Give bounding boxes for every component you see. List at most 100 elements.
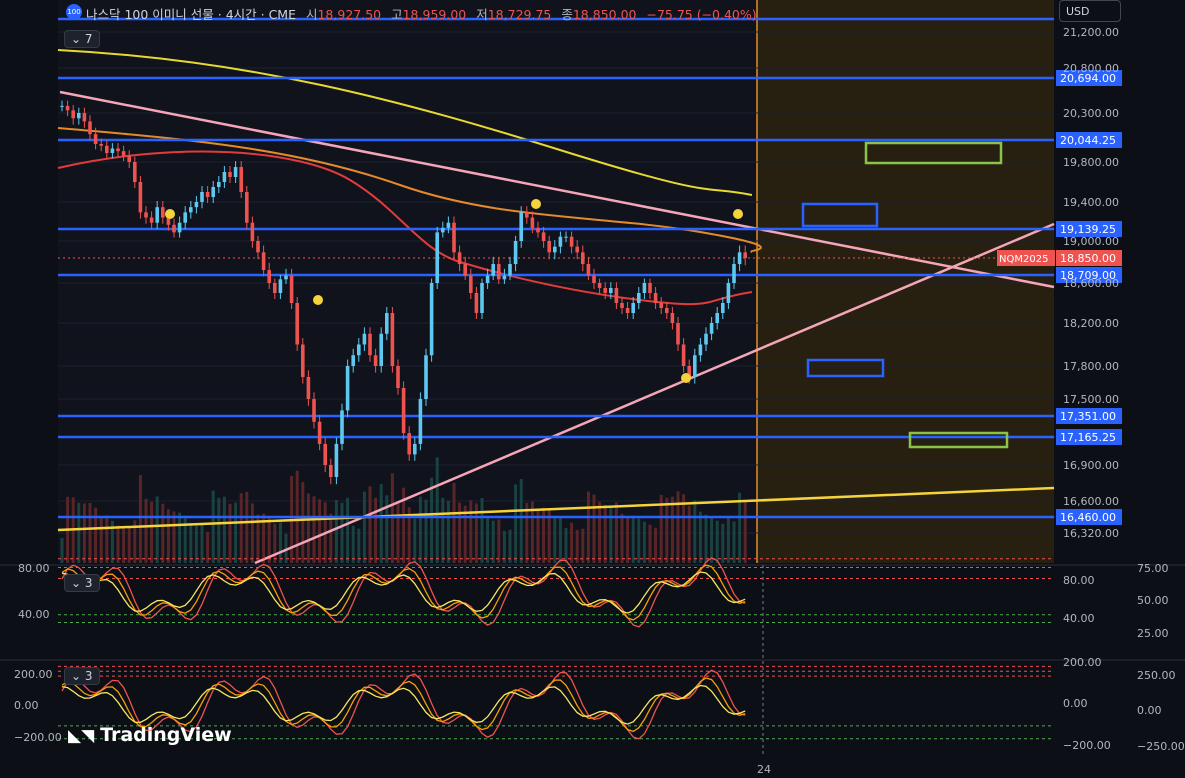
volume-bar: [222, 496, 226, 563]
candle-body: [429, 283, 434, 356]
osc1-right-tick: 80.00: [1063, 574, 1095, 587]
volume-bar: [189, 522, 193, 563]
candle-body: [194, 202, 199, 208]
volume-bar: [704, 514, 708, 563]
candle-body: [295, 303, 299, 345]
volume-bar: [614, 502, 618, 563]
candle-body: [121, 151, 126, 156]
candle-body: [222, 172, 227, 182]
volume-bar: [245, 492, 249, 563]
volume-bar: [575, 529, 579, 563]
indicators-toggle[interactable]: ⌄ 7: [64, 30, 100, 48]
candle-body: [323, 443, 327, 465]
candle-body: [452, 222, 456, 253]
candle-body: [513, 241, 518, 265]
price-tick: 18,600.00: [1063, 277, 1119, 290]
volume-bar: [379, 484, 383, 563]
volume-bar: [743, 499, 747, 563]
oscillator1-toggle[interactable]: ⌄ 3: [64, 574, 100, 592]
candle-body: [715, 313, 719, 323]
price-chart[interactable]: 20,694.0020,044.2519,139.2518,709.0017,3…: [0, 0, 1185, 778]
candle-body: [631, 303, 635, 313]
candle-body: [390, 313, 395, 366]
candle-body: [592, 275, 596, 283]
volume-bar: [698, 511, 702, 563]
volume-bar: [217, 497, 221, 563]
volume-bar: [435, 457, 439, 563]
candle-body: [245, 192, 249, 223]
osc2-right-tick: 200.00: [1063, 656, 1102, 669]
volume-bar: [581, 528, 585, 563]
osc1-far-tick: 25.00: [1137, 627, 1169, 640]
price-tick: 18,200.00: [1063, 317, 1119, 330]
candle-body: [345, 366, 350, 411]
osc2-right-tick: 0.00: [1063, 697, 1088, 710]
candle-body: [233, 167, 238, 177]
candle-body: [620, 303, 624, 308]
volume-bar: [250, 503, 254, 563]
candle-body: [446, 222, 451, 228]
candle-body: [77, 113, 81, 119]
volume-bar: [105, 515, 109, 563]
candle-body: [569, 236, 574, 247]
current-price-label: 18,850.00: [1060, 252, 1116, 265]
volume-bar: [631, 515, 635, 563]
volume-bar: [82, 503, 86, 563]
price-tick: 20,800.00: [1063, 62, 1119, 75]
volume-bar: [508, 529, 512, 563]
volume-bar: [413, 518, 417, 563]
candle-body: [614, 288, 619, 303]
price-tick: 16,320.00: [1063, 527, 1119, 540]
candle-body: [407, 433, 411, 455]
candle-body: [155, 207, 159, 223]
volume-bar: [626, 516, 630, 563]
candle-body: [413, 443, 417, 455]
currency-button[interactable]: USD: [1059, 0, 1121, 22]
volume-bar: [161, 503, 165, 563]
volume-bar: [60, 538, 64, 563]
volume-bar: [676, 491, 680, 563]
volume-bar: [278, 522, 282, 563]
volume-bar: [665, 497, 669, 563]
volume-bar: [726, 518, 730, 563]
volume-bar: [497, 519, 501, 563]
volume-bar: [710, 517, 714, 563]
candle-body: [71, 110, 75, 119]
candle-body: [676, 323, 680, 345]
volume-bar: [334, 500, 338, 563]
level-label: 20,044.25: [1060, 134, 1116, 147]
candle-body: [497, 264, 501, 280]
candle-body: [709, 323, 714, 334]
candle-body: [698, 344, 703, 356]
symbol-title[interactable]: 나스닥 100 이미니 선물 · 4시간 · CME: [86, 7, 296, 22]
volume-bar: [642, 521, 646, 563]
candle-body: [362, 333, 367, 345]
price-tick: 19,000.00: [1063, 235, 1119, 248]
candle-body: [519, 212, 523, 241]
volume-bar: [598, 501, 602, 563]
volume-bar: [620, 513, 624, 563]
candle-body: [334, 443, 339, 477]
volume-bar: [553, 517, 557, 563]
oscillator2-toggle[interactable]: ⌄ 3: [64, 667, 100, 685]
candle-body: [485, 275, 490, 283]
candle-body: [665, 308, 669, 313]
price-tick: 20,300.00: [1063, 107, 1119, 120]
candle-body: [530, 217, 535, 228]
osc2-far-tick: −250.00: [1137, 740, 1185, 753]
candle-body: [278, 279, 283, 293]
candle-body: [474, 293, 479, 313]
volume-bar: [586, 491, 590, 563]
volume-bar: [88, 503, 92, 563]
volume-bar: [654, 527, 658, 563]
signal-marker: [531, 199, 541, 209]
candle-body: [200, 192, 204, 202]
candle-body: [250, 222, 255, 241]
candle-body: [373, 355, 378, 366]
candle-body: [301, 344, 305, 377]
volume-bar: [519, 479, 523, 563]
price-tick: 19,800.00: [1063, 156, 1119, 169]
candle-body: [368, 333, 372, 356]
volume-bar: [424, 499, 428, 563]
candle-body: [726, 283, 731, 303]
